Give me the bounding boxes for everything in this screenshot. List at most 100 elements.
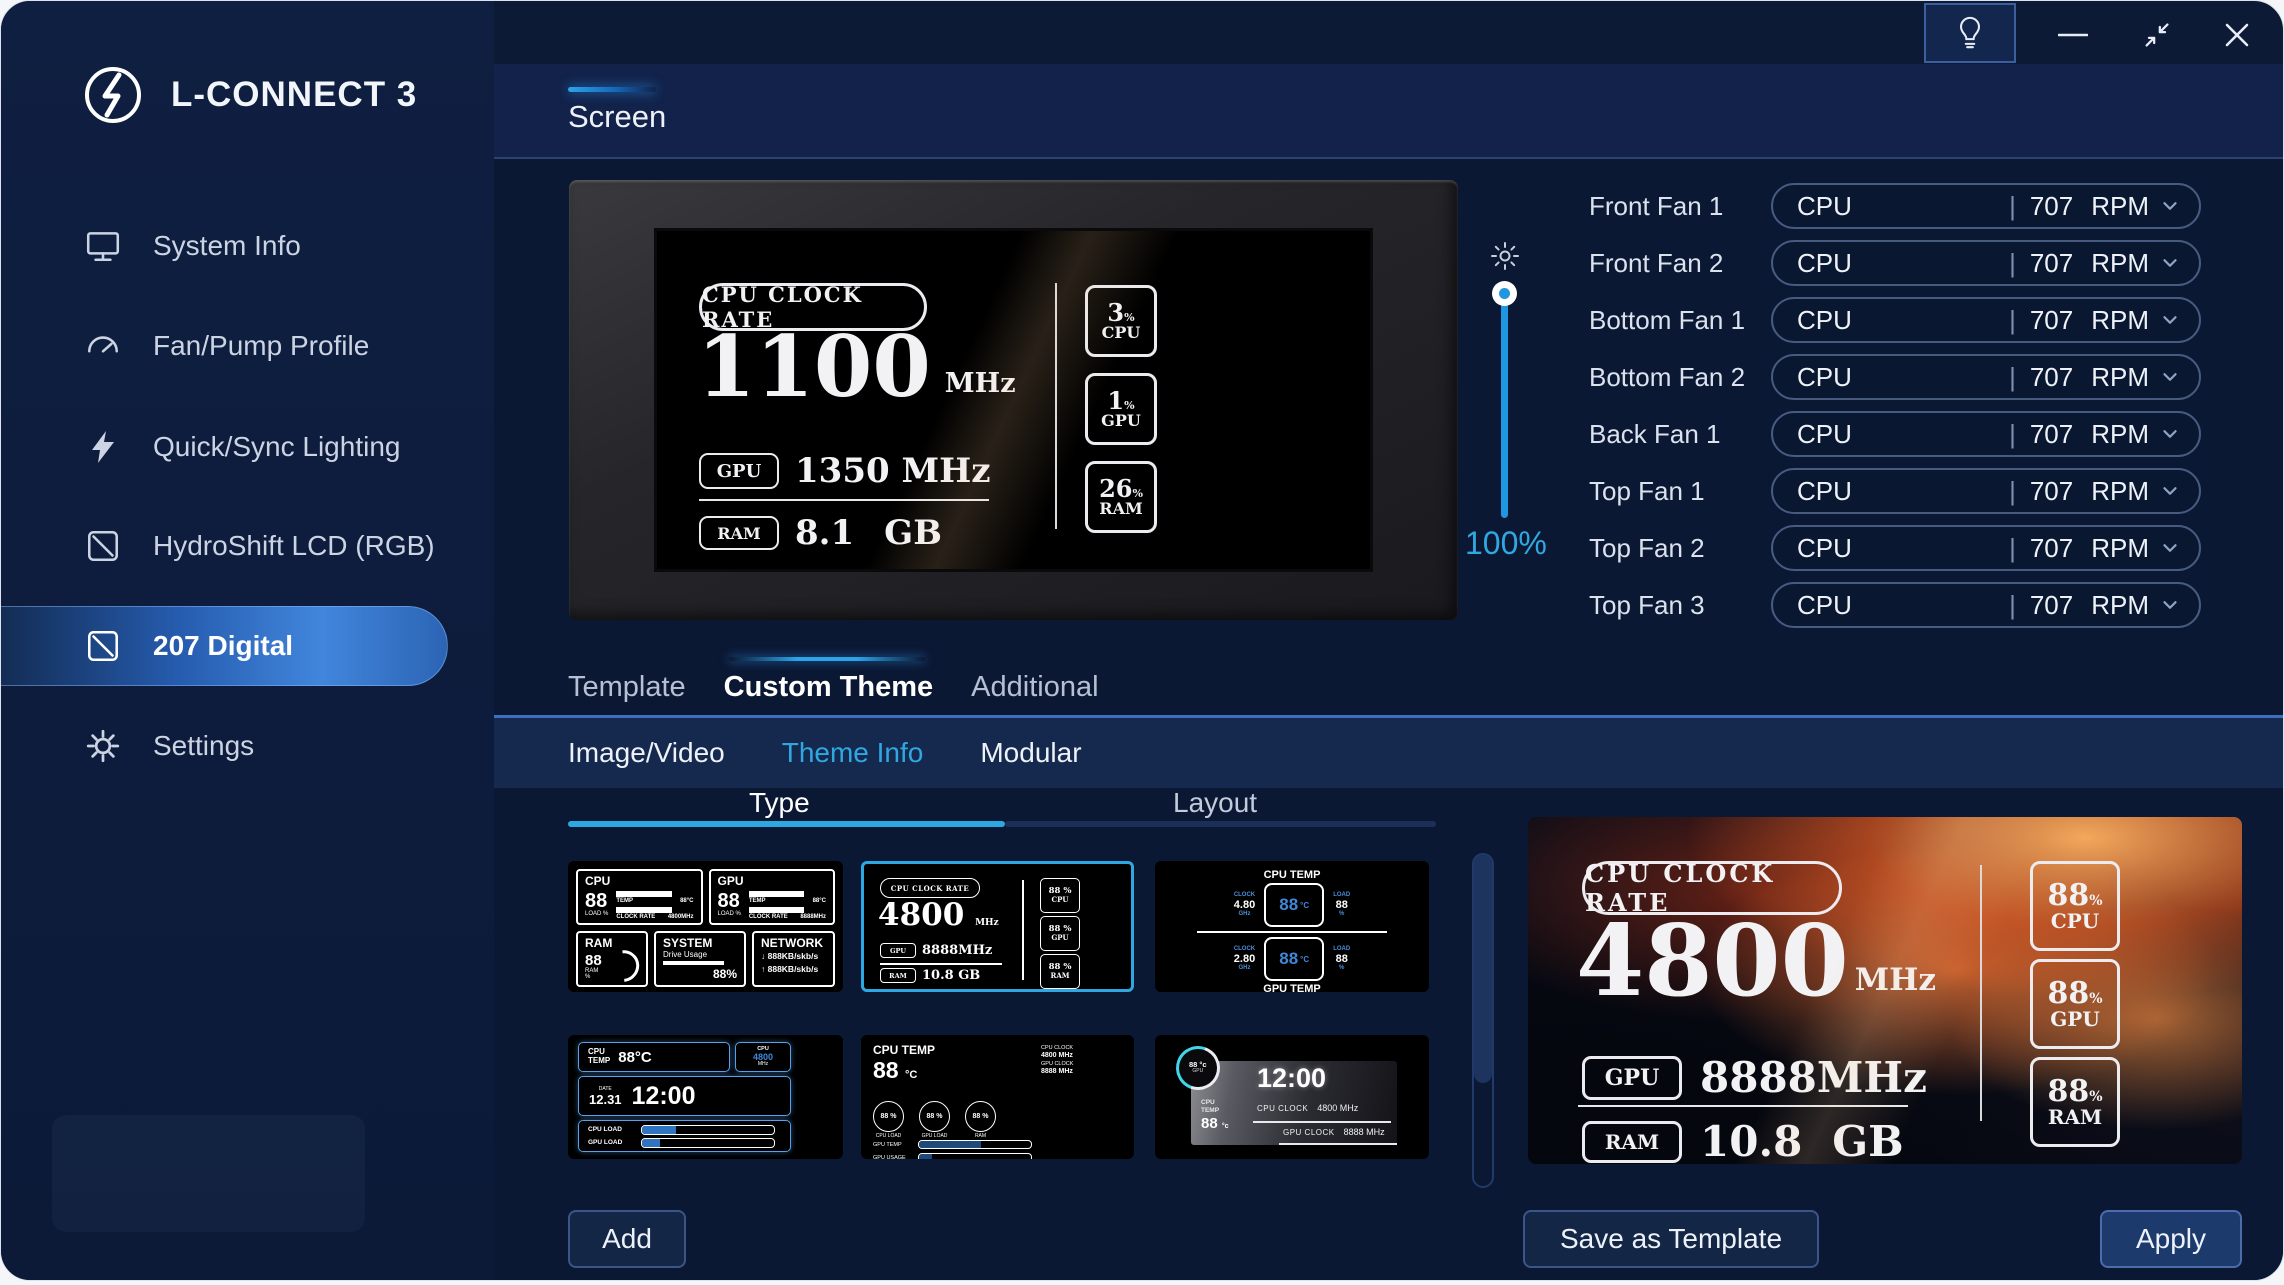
tab-template[interactable]: Template: [568, 669, 686, 706]
sidebar-item-fan-pump-profile[interactable]: Fan/Pump Profile: [1, 306, 494, 386]
value: 88: [585, 891, 608, 911]
theme-thumbnail-dashboard[interactable]: CPU 88LOAD % TEMP88°C CLOCK RATE4800MHz: [568, 861, 843, 992]
app-window: L-CONNECT 3 System Info Fan/Pump Profile: [0, 0, 2284, 1281]
value: 8888MHz: [800, 914, 826, 920]
label: TEMP: [1201, 1107, 1219, 1115]
separator: |: [2009, 476, 2016, 507]
label: GPU TEMP: [1193, 983, 1391, 992]
subtab-image-video[interactable]: Image/Video: [568, 737, 725, 769]
bolt-icon: [83, 427, 123, 467]
save-as-template-button[interactable]: Save as Template: [1523, 1210, 1819, 1268]
stat-unit: %: [2089, 991, 2102, 1007]
fan-source: CPU: [1797, 362, 2009, 393]
fan-source: CPU: [1797, 305, 2009, 336]
app-root: L-CONNECT 3 System Info Fan/Pump Profile: [0, 0, 2284, 1285]
apply-button[interactable]: Apply: [2100, 1210, 2242, 1268]
label: CPU: [1201, 1099, 1219, 1107]
compress-icon: [2140, 18, 2174, 52]
theme-thumbnail-temp-gauges[interactable]: CPU TEMP 88 °C CPU CLOCK 4800 MHz GPU CL…: [861, 1035, 1134, 1159]
fan-rpm: 707: [2030, 419, 2073, 450]
value: 10.8 GB: [922, 968, 980, 983]
divider: [1022, 880, 1024, 980]
fan-label: Front Fan 1: [1589, 191, 1771, 222]
fan-source-select[interactable]: CPU | 707 RPM: [1771, 240, 2201, 286]
value: 88: [873, 1057, 899, 1083]
stat-label: CPU: [1102, 325, 1141, 342]
fan-rpm: 707: [2030, 590, 2073, 621]
tab-type[interactable]: Type: [749, 787, 810, 819]
unit: °c: [1222, 1123, 1229, 1130]
fan-rpm-unit: RPM: [2091, 476, 2149, 507]
fan-source: CPU: [1797, 248, 2009, 279]
label: CPU: [1052, 896, 1069, 904]
brightness-slider-track[interactable]: [1501, 293, 1508, 518]
fan-source-select[interactable]: CPU | 707 RPM: [1771, 354, 2201, 400]
unit: GHz: [1234, 911, 1255, 918]
brightness-slider-handle[interactable]: [1492, 281, 1517, 306]
fan-row: Back Fan 1 CPU | 707 RPM: [1589, 411, 2201, 457]
fan-row: Top Fan 1 CPU | 707 RPM: [1589, 468, 2201, 514]
value: 88 %: [919, 1101, 950, 1132]
value: 88°C: [813, 898, 826, 904]
sidebar-item-quick-sync-lighting[interactable]: Quick/Sync Lighting: [1, 407, 494, 487]
lcd-screen-icon: [83, 526, 123, 566]
subtab-theme-info[interactable]: Theme Info: [782, 737, 924, 769]
sidebar-item-hydroshift-lcd[interactable]: HydroShift LCD (RGB): [1, 506, 494, 586]
gpu-tag: GPU: [699, 453, 779, 489]
stat-value: 26: [1099, 474, 1132, 503]
label: LOAD %: [718, 911, 741, 917]
fan-rpm-unit: RPM: [2091, 305, 2149, 336]
fan-source-select[interactable]: CPU | 707 RPM: [1771, 297, 2201, 343]
tab-layout[interactable]: Layout: [1173, 787, 1257, 819]
theme-thumbnail-gauge-clock[interactable]: 88 °cGPU 12:00 CPUTEMP 88 °c CPU CLOCK 4…: [1155, 1035, 1429, 1159]
theme-tabs: Template Custom Theme Additional: [568, 669, 1099, 706]
thumb-content: CPU 88LOAD % TEMP88°C CLOCK RATE4800MHz: [576, 869, 835, 984]
scrollbar-thumb[interactable]: [1474, 855, 1492, 1083]
lcd-monitor-preview: CPU CLOCK RATE 1100 MHz GPU 1350 MHz RAM…: [569, 180, 1458, 620]
minimize-button[interactable]: [2044, 15, 2102, 55]
value: 88: [1201, 1115, 1218, 1132]
thumbnail-scrollbar[interactable]: [1472, 853, 1494, 1188]
app-title: L-CONNECT 3: [171, 75, 417, 115]
label: GPU: [1051, 934, 1068, 942]
fan-source-select[interactable]: CPU | 707 RPM: [1771, 525, 2201, 571]
fan-label: Back Fan 1: [1589, 419, 1771, 450]
sidebar-item-system-info[interactable]: System Info: [1, 206, 494, 286]
brightness-value: 100%: [1465, 525, 1547, 562]
close-button[interactable]: [2211, 11, 2263, 59]
label: NETWORK: [761, 936, 826, 950]
chevron-down-icon: [2159, 309, 2181, 331]
fan-source-select[interactable]: CPU | 707 RPM: [1771, 411, 2201, 457]
tab-custom-theme[interactable]: Custom Theme: [724, 669, 933, 706]
fan-source-select[interactable]: CPU | 707 RPM: [1771, 183, 2201, 229]
fan-label: Top Fan 1: [1589, 476, 1771, 507]
subtab-modular[interactable]: Modular: [980, 737, 1081, 769]
date-value: 12.31: [589, 1092, 622, 1107]
ram-unit: GB: [884, 513, 942, 553]
sidebar-item-label: Fan/Pump Profile: [153, 330, 369, 362]
chevron-down-icon: [2159, 594, 2181, 616]
chevron-down-icon: [2159, 366, 2181, 388]
fan-source-select[interactable]: CPU | 707 RPM: [1771, 468, 2201, 514]
chevron-down-icon: [2159, 195, 2181, 217]
thumb-cpu-box: CPU 88LOAD % TEMP88°C CLOCK RATE4800MHz: [576, 869, 703, 925]
restore-button[interactable]: [2133, 13, 2181, 57]
fan-source: CPU: [1797, 590, 2009, 621]
fan-source-select[interactable]: CPU | 707 RPM: [1771, 582, 2201, 628]
theme-thumbnail-temp[interactable]: CPU TEMP CLOCK4.80GHz 88°C LOAD88% CLOCK…: [1155, 861, 1429, 992]
cpu-clock-rate-pill: CPU CLOCK RATE: [1582, 861, 1842, 915]
sidebar-item-settings[interactable]: Settings: [1, 706, 494, 786]
add-button[interactable]: Add: [568, 1210, 686, 1268]
sidebar-item-207-digital[interactable]: 207 Digital: [1, 606, 494, 686]
fan-row: Bottom Fan 1 CPU | 707 RPM: [1589, 297, 2201, 343]
theme-thumbnail-clock-rate-selected[interactable]: CPU CLOCK RATE 4800 MHz GPU 8888MHz RAM …: [861, 861, 1134, 992]
stat-unit: %: [2089, 1089, 2102, 1105]
stat-box-cpu: 88% CPU: [2030, 861, 2120, 951]
tab-screen[interactable]: Screen: [568, 99, 666, 135]
cpu-clock-unit: MHz: [1855, 962, 1936, 998]
stat-box-gpu: 88% GPU: [2030, 959, 2120, 1049]
theme-thumbnail-clock-temp[interactable]: CPUTEMP 88°C CPU 4800 MHz DATE12.31 12:0…: [568, 1035, 843, 1159]
monitor-icon: [83, 226, 123, 266]
tab-additional[interactable]: Additional: [971, 669, 1098, 706]
lighting-toggle-button[interactable]: [1924, 3, 2016, 63]
